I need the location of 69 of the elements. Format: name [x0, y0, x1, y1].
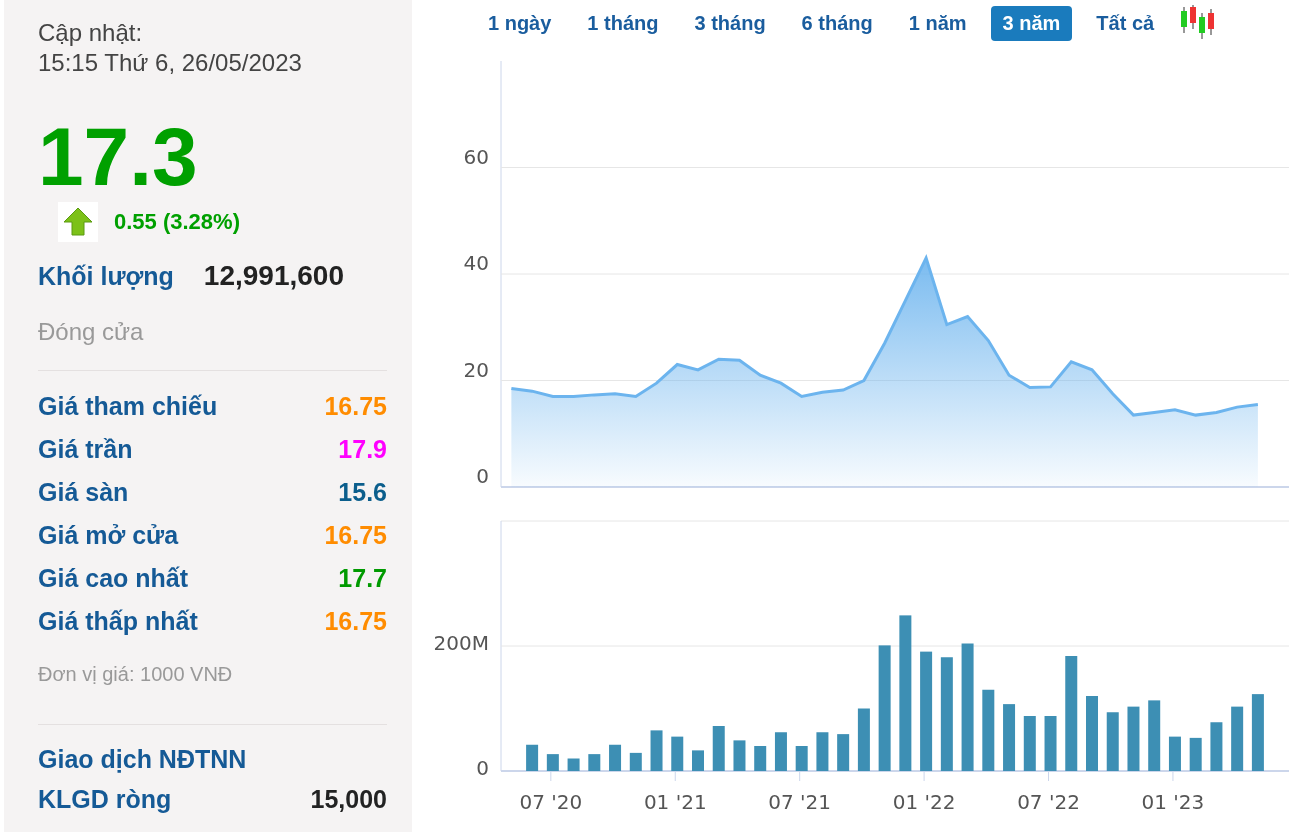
volume-bar: [1044, 716, 1057, 771]
volume-bar: [650, 730, 663, 771]
volume-bar: [1127, 706, 1140, 771]
price-change: 0.55 (3.28%): [114, 209, 240, 235]
volume-bar: [692, 750, 704, 771]
volume-bar: [629, 752, 642, 771]
price-label: Giá tham chiếu: [38, 392, 218, 421]
range-tab[interactable]: 1 ngày: [476, 5, 564, 41]
volume-bar: [1189, 737, 1202, 771]
volume-bar: [1168, 736, 1181, 771]
price-value: 17.7: [338, 564, 387, 593]
axis-label: 01 '22: [892, 790, 956, 814]
volume-bar: [526, 744, 539, 771]
axis-label: 01 '23: [1141, 790, 1205, 814]
axis-label: 200M: [433, 631, 489, 655]
volume-bar: [1210, 722, 1223, 771]
volume-bar: [671, 736, 684, 771]
range-tab[interactable]: 1 năm: [896, 5, 979, 41]
range-tab[interactable]: Tất cả: [1084, 5, 1167, 41]
volume-bar: [1231, 706, 1244, 771]
volume-bar: [567, 758, 580, 771]
volume-bar: [546, 754, 559, 771]
price-label: Giá trần: [38, 435, 133, 464]
price-value: 16.75: [324, 521, 387, 550]
volume-bar: [795, 746, 808, 771]
axis-label: 0: [476, 464, 489, 488]
price-value: 16.75: [324, 392, 387, 421]
row-label: KLGD ròng: [38, 785, 172, 814]
volume-bar: [712, 726, 725, 771]
section-title: Giao dịch NĐTNN: [38, 745, 248, 774]
market-status: Đóng cửa: [38, 318, 145, 346]
volume-value: 12,991,600: [203, 260, 344, 292]
axis-label: 0: [476, 756, 489, 780]
price-label: Giá mở cửa: [38, 521, 179, 550]
axis-label: 40: [463, 251, 489, 275]
axis-label: 07 '20: [519, 790, 583, 814]
volume-bar: [774, 732, 787, 771]
volume-bar: [1106, 712, 1119, 771]
volume-bar: [609, 744, 622, 771]
row-value: 15,000: [310, 785, 387, 814]
volume-bar: [588, 754, 601, 771]
volume-bar: [1023, 716, 1036, 771]
range-tab[interactable]: 3 tháng: [682, 5, 778, 41]
axis-label: 07 '22: [1017, 790, 1080, 814]
volume-bar: [857, 708, 870, 771]
range-tab[interactable]: 6 tháng: [789, 5, 885, 41]
volume-bar: [837, 734, 850, 771]
range-tab[interactable]: 3 năm: [990, 5, 1073, 41]
update-label: Cập nhật:: [38, 18, 144, 48]
price-value: 15.6: [338, 478, 387, 507]
price-value: 16.75: [324, 607, 387, 636]
volume-bar: [733, 740, 746, 771]
price-label: Giá thấp nhất: [38, 607, 198, 636]
update-time: 15:15 Thứ 6, 26/05/2023: [38, 48, 303, 78]
axis-label: 07 '21: [768, 790, 832, 814]
axis-label: 60: [463, 144, 489, 169]
volume-label: Khối lượng: [38, 261, 174, 291]
price-value: 17.9: [338, 435, 387, 464]
price-label: Giá sàn: [38, 478, 129, 507]
range-tab[interactable]: 1 tháng: [575, 5, 671, 41]
current-price: 17.3: [38, 112, 199, 202]
axis-label: 01 '21: [643, 790, 707, 814]
volume-bar: [816, 732, 829, 771]
volume-bar: [1003, 704, 1016, 771]
volume-bar: [754, 746, 767, 771]
volume-bar: [1148, 700, 1161, 771]
unit-note: Đơn vị giá: 1000 VNĐ: [38, 663, 234, 686]
axis-label: 20: [463, 357, 489, 382]
price-label: Giá cao nhất: [38, 564, 189, 593]
